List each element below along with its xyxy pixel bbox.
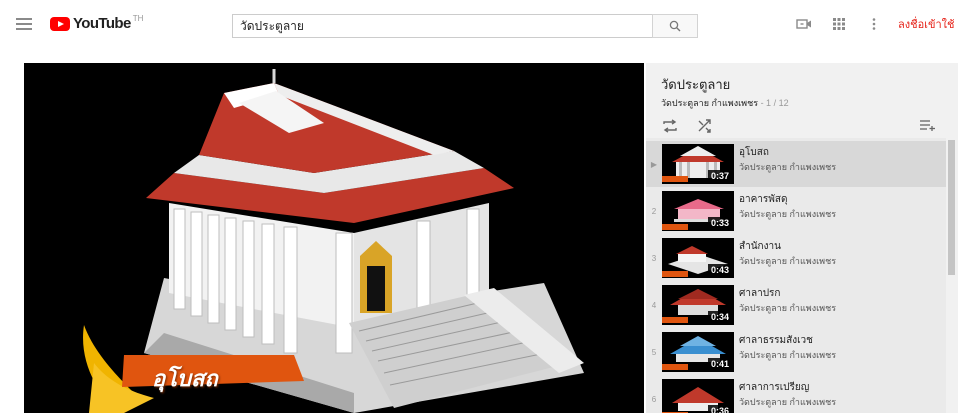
shuffle-icon[interactable] <box>698 119 712 133</box>
playlist-item-4[interactable]: 4 0:34 ศาลาปรก วัดประตูลาย กำแพงเพชร <box>646 282 946 328</box>
item-duration: 0:34 <box>707 311 732 323</box>
search-icon <box>669 20 681 32</box>
video-frame-temple <box>24 63 644 413</box>
playlist-item-6[interactable]: 6 0:36 ศาลาการเปรียญ วัดประตูลาย กำแพงเพ… <box>646 376 946 413</box>
item-duration: 0:37 <box>707 170 732 182</box>
item-index: 6 <box>651 395 657 404</box>
item-channel: วัดประตูลาย กำแพงเพชร <box>739 303 837 313</box>
youtube-logo[interactable]: YouTube TH <box>50 14 144 32</box>
item-title: ศาลาปรก <box>739 288 781 299</box>
item-title: ศาลาธรรมสังเวช <box>739 335 813 346</box>
item-duration: 0:43 <box>707 264 732 276</box>
playlist-item-1[interactable]: ▶ 0:37 อุโบสถ วัดประตูลาย กำแพงเพชร <box>646 141 946 187</box>
youtube-play-icon <box>50 16 70 31</box>
video-caption: อุโบสถ <box>152 367 218 392</box>
item-title: อุโบสถ <box>739 147 769 158</box>
item-channel: วัดประตูลาย กำแพงเพชร <box>739 162 837 172</box>
playlist-channel[interactable]: วัดประตูลาย กำแพงเพชร <box>661 98 758 108</box>
masthead: YouTube TH วัดประตูลาย ลงชื่อเข้าใช้ <box>0 0 958 48</box>
item-thumbnail: 0:37 <box>662 144 734 184</box>
menu-icon[interactable] <box>16 18 32 30</box>
apps-grid-icon[interactable] <box>833 18 845 30</box>
item-duration: 0:41 <box>707 358 732 370</box>
search-query: วัดประตูลาย <box>240 18 304 33</box>
playlist-item-2[interactable]: 2 0:33 อาคารพัสดุ วัดประตูลาย กำแพงเพชร <box>646 188 946 234</box>
item-index: 2 <box>651 207 657 216</box>
playlist-title[interactable]: วัดประตูลาย <box>661 74 730 95</box>
video-camera-icon[interactable] <box>796 18 812 30</box>
playlist-scrollbar-thumb[interactable] <box>948 140 955 275</box>
playlist-position: - 1 / 12 <box>758 98 789 108</box>
playlist-panel: วัดประตูลาย วัดประตูลาย กำแพงเพชร - 1 / … <box>646 63 958 413</box>
item-thumbnail: 0:43 <box>662 238 734 278</box>
item-duration: 0:36 <box>707 405 732 413</box>
playlist-add-icon[interactable] <box>920 119 936 131</box>
repeat-icon[interactable] <box>662 119 678 133</box>
playlist-item-3[interactable]: 3 0:43 สำนักงาน วัดประตูลาย กำแพงเพชร <box>646 235 946 281</box>
item-index: 4 <box>651 301 657 310</box>
item-thumbnail: 0:36 <box>662 379 734 413</box>
item-channel: วัดประตูลาย กำแพงเพชร <box>739 397 837 407</box>
item-title: สำนักงาน <box>739 241 781 252</box>
item-index: ▶ <box>650 160 658 169</box>
playlist-items: ▶ 0:37 อุโบสถ วัดประตูลาย กำแพงเพชร 2 0:… <box>646 138 946 413</box>
playlist-item-5[interactable]: 5 0:41 ศาลาธรรมสังเวช วัดประตูลาย กำแพงเ… <box>646 329 946 375</box>
item-index: 5 <box>651 348 657 357</box>
item-thumbnail: 0:34 <box>662 285 734 325</box>
item-thumbnail: 0:41 <box>662 332 734 372</box>
item-channel: วัดประตูลาย กำแพงเพชร <box>739 350 837 360</box>
sign-in-button[interactable]: ลงชื่อเข้าใช้ <box>898 15 954 33</box>
item-channel: วัดประตูลาย กำแพงเพชร <box>739 256 837 266</box>
item-thumbnail: 0:33 <box>662 191 734 231</box>
video-player[interactable]: อุโบสถ <box>24 63 644 413</box>
item-channel: วัดประตูลาย กำแพงเพชร <box>739 209 837 219</box>
item-index: 3 <box>651 254 657 263</box>
logo-region: TH <box>132 14 144 23</box>
search-button[interactable] <box>652 14 698 38</box>
logo-text: YouTube <box>73 15 131 32</box>
search-input[interactable]: วัดประตูลาย <box>232 14 652 38</box>
playlist-subtitle: วัดประตูลาย กำแพงเพชร - 1 / 12 <box>661 96 789 110</box>
more-vert-icon[interactable] <box>872 18 876 30</box>
item-title: ศาลาการเปรียญ <box>739 382 810 393</box>
item-title: อาคารพัสดุ <box>739 194 788 205</box>
item-duration: 0:33 <box>707 217 732 229</box>
